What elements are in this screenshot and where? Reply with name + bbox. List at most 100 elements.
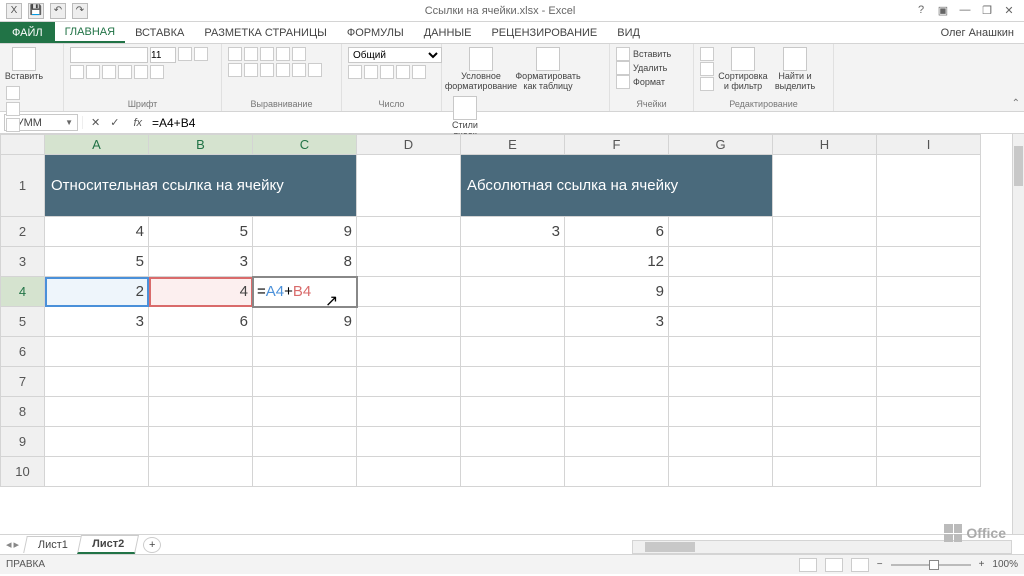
cell[interactable] <box>461 367 565 397</box>
fill-icon[interactable] <box>700 62 714 76</box>
tab-file[interactable]: ФАЙЛ <box>0 22 55 43</box>
wrap-text-icon[interactable] <box>292 47 306 61</box>
column-header[interactable]: C <box>253 135 357 155</box>
cell[interactable] <box>357 217 461 247</box>
cell[interactable] <box>773 457 877 487</box>
cell[interactable] <box>357 307 461 337</box>
cell[interactable] <box>565 337 669 367</box>
sheet-tab-active[interactable]: Лист2 <box>77 535 139 554</box>
tab-data[interactable]: ДАННЫЕ <box>414 22 482 43</box>
cell[interactable] <box>877 337 981 367</box>
cell[interactable]: 6 <box>149 307 253 337</box>
cell-ref-b4[interactable]: 4 <box>149 277 253 307</box>
cell[interactable] <box>773 307 877 337</box>
cell[interactable] <box>461 427 565 457</box>
cell-editing-c4[interactable]: =A4+B4 <box>253 277 357 307</box>
cell[interactable] <box>565 367 669 397</box>
cell[interactable] <box>357 277 461 307</box>
cell[interactable] <box>877 277 981 307</box>
format-cells-icon[interactable] <box>616 75 630 89</box>
cell[interactable] <box>253 367 357 397</box>
cell[interactable] <box>45 397 149 427</box>
font-name-input[interactable] <box>70 47 148 63</box>
decrease-decimal-icon[interactable] <box>412 65 426 79</box>
cell[interactable]: 8 <box>253 247 357 277</box>
page-layout-view-icon[interactable] <box>825 558 843 572</box>
cut-icon[interactable] <box>6 86 20 100</box>
row-header[interactable]: 4 <box>1 277 45 307</box>
cell[interactable] <box>773 427 877 457</box>
cell[interactable] <box>565 427 669 457</box>
row-header[interactable]: 10 <box>1 457 45 487</box>
cell[interactable] <box>45 337 149 367</box>
tab-view[interactable]: ВИД <box>607 22 650 43</box>
cell[interactable] <box>773 397 877 427</box>
cell[interactable] <box>773 367 877 397</box>
row-header[interactable]: 6 <box>1 337 45 367</box>
cell[interactable]: 12 <box>565 247 669 277</box>
comma-icon[interactable] <box>380 65 394 79</box>
italic-icon[interactable] <box>86 65 100 79</box>
find-select-button[interactable]: Найти и выделить <box>772 47 818 92</box>
shrink-font-icon[interactable] <box>194 47 208 61</box>
cell[interactable] <box>877 217 981 247</box>
cell-ref-a4[interactable]: 2 <box>45 277 149 307</box>
column-header[interactable]: H <box>773 135 877 155</box>
cell[interactable] <box>461 397 565 427</box>
minimize-icon[interactable]: — <box>958 4 972 17</box>
cell[interactable] <box>461 457 565 487</box>
format-painter-icon[interactable] <box>6 118 20 132</box>
cell[interactable] <box>877 457 981 487</box>
vertical-scrollbar[interactable] <box>1012 134 1024 534</box>
cell[interactable] <box>357 397 461 427</box>
cell[interactable]: 9 <box>253 217 357 247</box>
tab-layout[interactable]: РАЗМЕТКА СТРАНИЦЫ <box>194 22 336 43</box>
border-icon[interactable] <box>118 65 132 79</box>
cell[interactable] <box>149 427 253 457</box>
number-format-select[interactable]: Общий <box>348 47 442 63</box>
sheet-tab[interactable]: Лист1 <box>23 536 83 553</box>
column-header[interactable]: E <box>461 135 565 155</box>
normal-view-icon[interactable] <box>799 558 817 572</box>
cell[interactable] <box>877 155 981 217</box>
scrollbar-thumb[interactable] <box>1014 146 1023 186</box>
cell[interactable] <box>877 397 981 427</box>
percent-icon[interactable] <box>364 65 378 79</box>
undo-icon[interactable]: ↶ <box>50 3 66 19</box>
bold-icon[interactable] <box>70 65 84 79</box>
close-icon[interactable]: ✕ <box>1002 4 1016 17</box>
cell[interactable] <box>357 367 461 397</box>
row-header[interactable]: 9 <box>1 427 45 457</box>
column-header[interactable]: A <box>45 135 149 155</box>
cell[interactable]: 3 <box>149 247 253 277</box>
cell[interactable] <box>565 457 669 487</box>
maximize-icon[interactable]: ❐ <box>980 4 994 17</box>
cell[interactable] <box>669 217 773 247</box>
cell[interactable]: 3 <box>45 307 149 337</box>
cell[interactable] <box>357 457 461 487</box>
row-header[interactable]: 8 <box>1 397 45 427</box>
cell[interactable] <box>877 367 981 397</box>
indent-decrease-icon[interactable] <box>276 63 290 77</box>
collapse-ribbon-icon[interactable]: ⌃ <box>1012 98 1020 109</box>
cell[interactable] <box>669 457 773 487</box>
scrollbar-thumb[interactable] <box>645 542 695 552</box>
zoom-in-icon[interactable]: + <box>979 559 985 570</box>
user-name[interactable]: Олег Анашкин <box>931 22 1024 43</box>
cell[interactable] <box>669 247 773 277</box>
cell[interactable] <box>45 427 149 457</box>
cell[interactable]: 3 <box>565 307 669 337</box>
tab-home[interactable]: ГЛАВНАЯ <box>55 22 125 43</box>
conditional-formatting-button[interactable]: Условное форматирование <box>448 47 514 92</box>
cell[interactable] <box>877 427 981 457</box>
align-left-icon[interactable] <box>228 63 242 77</box>
zoom-out-icon[interactable]: − <box>877 559 883 570</box>
tab-review[interactable]: РЕЦЕНЗИРОВАНИЕ <box>481 22 607 43</box>
select-all-corner[interactable] <box>1 135 45 155</box>
cell[interactable] <box>149 337 253 367</box>
page-break-view-icon[interactable] <box>851 558 869 572</box>
cell[interactable]: 3 <box>461 217 565 247</box>
cell[interactable] <box>461 277 565 307</box>
cell[interactable] <box>773 155 877 217</box>
cell[interactable]: 4 <box>45 217 149 247</box>
